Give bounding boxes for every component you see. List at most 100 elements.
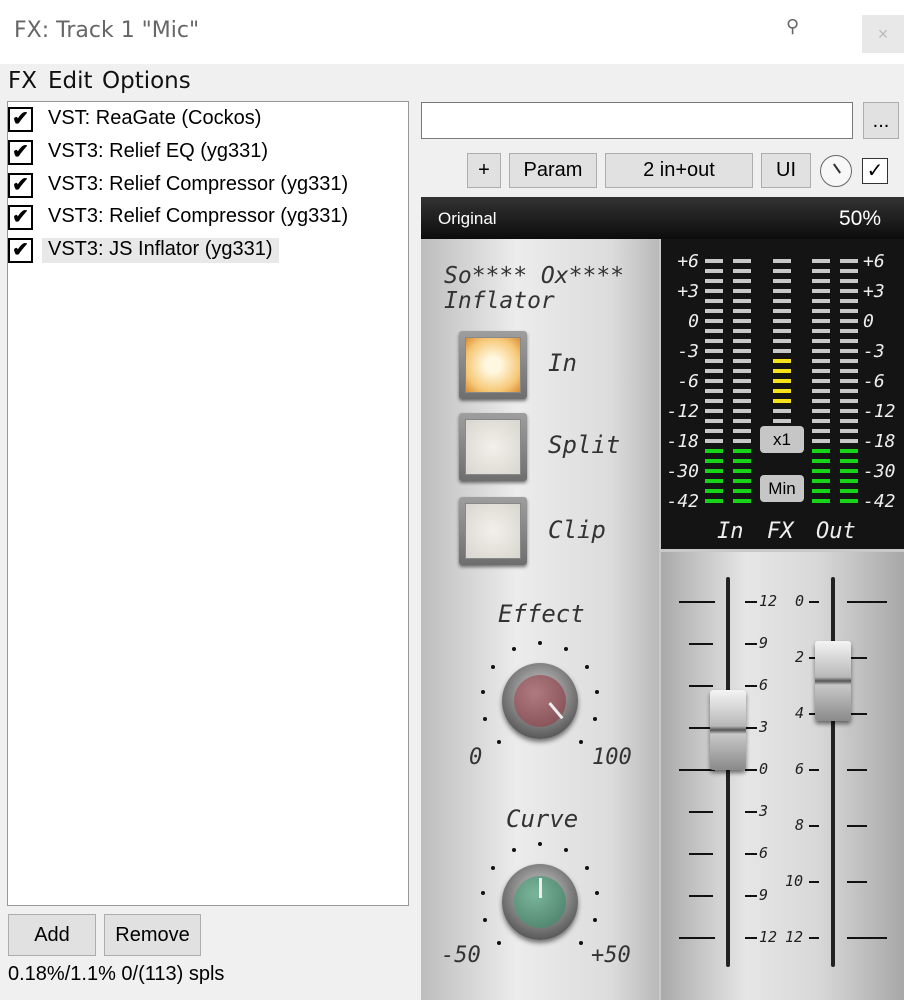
fader-scale-label: 3: [759, 718, 769, 736]
meter-segment: [733, 419, 751, 423]
meter-segment: [733, 499, 751, 503]
add-param-button[interactable]: +: [467, 153, 501, 188]
fx-enable-checkbox[interactable]: ✔: [8, 238, 33, 263]
meter-panel: +6 +3 0 -3 -6 -12 -18 -30 -42 +6 +3 0 -3 -6 -12 -18 -30…: [661, 239, 904, 549]
knob-scale-dot: [482, 716, 487, 721]
meter-segment: [773, 399, 791, 403]
menu-options[interactable]: Options: [102, 68, 191, 94]
meter-segment: [733, 389, 751, 393]
ui-button[interactable]: UI: [761, 153, 811, 188]
meter-segment: [840, 289, 858, 293]
bypass-checkbox[interactable]: ✓: [862, 158, 888, 184]
meter-segment: [840, 349, 858, 353]
knob-scale-dot: [584, 865, 589, 870]
meter-segment: [705, 269, 723, 273]
knob-scale-dot: [496, 941, 501, 945]
meter-segment: [705, 489, 723, 493]
meter-segment: [840, 339, 858, 343]
effect-min: 0: [469, 745, 483, 770]
remove-button[interactable]: Remove: [104, 914, 201, 956]
meter-segment: [733, 369, 751, 373]
preset-menu-button[interactable]: ...: [863, 102, 899, 139]
meter-segment: [840, 479, 858, 483]
meter-segment: [705, 499, 723, 503]
input-gain-fader[interactable]: [710, 690, 746, 770]
fx-enable-checkbox[interactable]: ✔: [8, 107, 33, 132]
fader-tick: [745, 937, 757, 939]
split-switch[interactable]: [459, 413, 527, 481]
knob-scale-dot: [564, 848, 569, 853]
cpu-percent: 50%: [839, 207, 882, 230]
meter-segment: [812, 359, 830, 363]
wet-knob[interactable]: [820, 155, 852, 187]
knob-scale-dot: [579, 941, 583, 945]
meter-segment: [840, 449, 858, 453]
clip-switch[interactable]: [459, 497, 527, 565]
menu-edit[interactable]: Edit: [48, 68, 93, 94]
output-gain-fader[interactable]: [815, 641, 851, 721]
meter-in-label: In: [717, 519, 744, 544]
meter-segment: [773, 419, 791, 423]
meter-segment: [773, 339, 791, 343]
meter-segment: [812, 459, 830, 463]
preset-input[interactable]: [421, 102, 853, 139]
fx-enable-checkbox[interactable]: ✔: [8, 205, 33, 230]
meter-segment: [812, 339, 830, 343]
knob-scale-dot: [480, 890, 485, 895]
meter-segment: [840, 309, 858, 313]
meter-segment: [840, 409, 858, 413]
fader-tick: [809, 881, 819, 883]
meter-segment: [840, 279, 858, 283]
knob-scale-dot: [511, 848, 516, 853]
add-button[interactable]: Add: [8, 914, 96, 956]
meter-segment: [812, 429, 830, 433]
fader-tick: [847, 881, 867, 883]
meter-segment: [812, 319, 830, 323]
fx-item-label: VST3: Relief Compressor (yg331): [48, 173, 349, 195]
fx-enable-checkbox[interactable]: ✔: [8, 140, 33, 165]
fader-tick: [809, 601, 819, 603]
meter-segment: [733, 479, 751, 483]
fader-tick: [689, 811, 713, 813]
meter-segment: [733, 259, 751, 263]
meter-segment: [705, 319, 723, 323]
menu-fx[interactable]: FX: [8, 68, 37, 94]
fader-tick: [679, 601, 715, 603]
meter-segment: [705, 479, 723, 483]
fader-scale-label: 8: [795, 816, 805, 834]
meter-segment: [840, 429, 858, 433]
meter-segment: [812, 409, 830, 413]
meter-segment: [705, 449, 723, 453]
meter-segment: [773, 299, 791, 303]
meter-segment: [812, 449, 830, 453]
knob-scale-dot: [584, 664, 589, 669]
meter-segment: [705, 389, 723, 393]
pin-icon[interactable]: ⚲: [786, 16, 799, 37]
effect-knob[interactable]: [502, 663, 578, 739]
meter-segment: [733, 359, 751, 363]
fader-tick: [689, 853, 713, 855]
fx-enable-checkbox[interactable]: ✔: [8, 173, 33, 198]
in-switch[interactable]: [459, 331, 527, 399]
meter-segment: [840, 489, 858, 493]
io-routing-button[interactable]: 2 in+out: [605, 153, 753, 188]
meter-segment: [733, 439, 751, 443]
fader-tick: [745, 727, 757, 729]
meter-segment: [705, 379, 723, 383]
fader-scale-label: 12: [759, 928, 778, 946]
meter-segment: [733, 319, 751, 323]
meter-mode-button[interactable]: Min: [760, 475, 804, 502]
param-button[interactable]: Param: [509, 153, 597, 188]
plugin-header: Original 50%: [421, 197, 904, 239]
meter-segment: [812, 369, 830, 373]
effect-max: 100: [592, 745, 632, 770]
meter-segment: [705, 469, 723, 473]
meter-scale-button[interactable]: x1: [760, 426, 804, 453]
knob-scale-dot: [538, 641, 542, 645]
cpu-status: 0.18%/1.1% 0/(113) spls: [8, 963, 225, 985]
meter-segment: [773, 289, 791, 293]
knob-scale-dot: [491, 865, 496, 870]
curve-knob[interactable]: [502, 864, 578, 940]
close-button[interactable]: ×: [862, 15, 904, 53]
fader-tick: [689, 895, 713, 897]
